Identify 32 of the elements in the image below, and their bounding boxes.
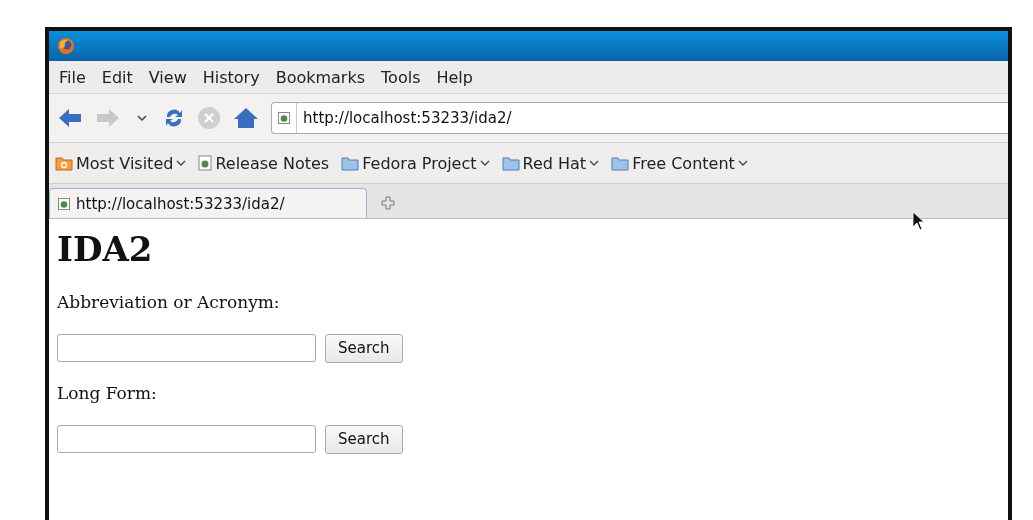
- folder-icon: [341, 155, 360, 171]
- input-field[interactable]: [57, 425, 316, 454]
- dropdown-caret-icon[interactable]: [137, 114, 147, 122]
- menu-item[interactable]: Help: [430, 65, 479, 89]
- back-icon[interactable]: [57, 107, 83, 129]
- field-label: Long Form:: [57, 382, 158, 403]
- input-field[interactable]: [57, 334, 316, 363]
- folder-icon: [611, 155, 630, 171]
- bookmark-item[interactable]: Fedora Project: [341, 153, 490, 173]
- search-button[interactable]: Search: [325, 424, 403, 454]
- browser-tab[interactable]: http://localhost:53233/ida2/: [49, 188, 367, 218]
- menu-item[interactable]: Bookmarks: [269, 65, 372, 89]
- search-button[interactable]: Search: [325, 333, 403, 363]
- new-tab-icon[interactable]: [381, 196, 395, 210]
- menu-item[interactable]: View: [142, 65, 193, 89]
- field-label: Abbreviation or Acronym:: [57, 291, 281, 312]
- bookmark-item[interactable]: Most Visited: [55, 153, 187, 173]
- menu-item[interactable]: History: [196, 65, 266, 89]
- bookmark-item[interactable]: Free Content: [611, 153, 748, 173]
- reload-icon[interactable]: [163, 107, 185, 129]
- home-icon[interactable]: [233, 107, 259, 129]
- menu-item[interactable]: Tools: [375, 65, 427, 89]
- mouse-pointer-icon: [912, 211, 926, 231]
- menu-item[interactable]: File: [53, 65, 92, 89]
- folder-icon: [501, 155, 520, 171]
- menu-item[interactable]: Edit: [95, 65, 139, 89]
- folder-icon: [55, 155, 73, 171]
- bookmark-item[interactable]: Release Notes: [198, 153, 330, 173]
- browser-logo-icon: [57, 37, 75, 55]
- page-heading: IDA2: [57, 229, 154, 270]
- address-field[interactable]: http://localhost:53233/ida2/: [271, 102, 1008, 134]
- bookmark-item[interactable]: Red Hat: [501, 153, 600, 173]
